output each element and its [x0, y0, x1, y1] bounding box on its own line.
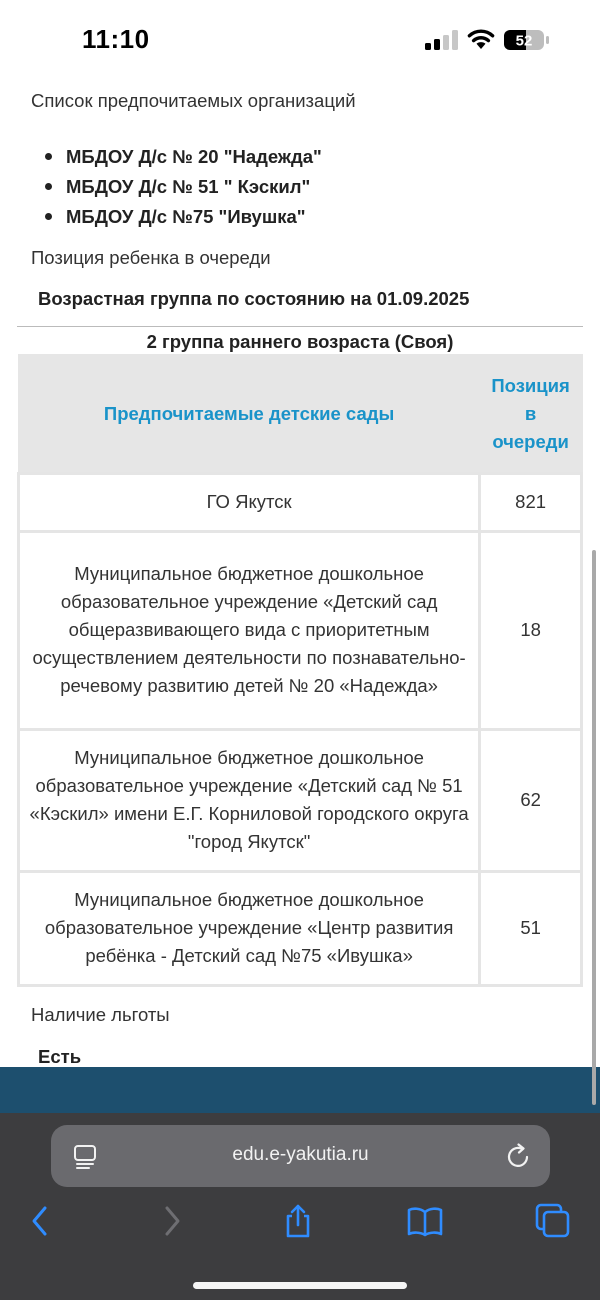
- battery-icon: 52: [504, 30, 549, 50]
- org-name-cell: Муниципальное бюджетное дошкольное образ…: [16, 529, 482, 731]
- page-scrollbar[interactable]: [592, 550, 596, 1105]
- queue-position-cell: 821: [478, 471, 583, 533]
- cellular-signal-icon: [425, 30, 458, 50]
- wifi-icon: [467, 29, 495, 49]
- reload-icon[interactable]: [506, 1143, 532, 1169]
- table-row: Муниципальное бюджетное дошкольное образ…: [16, 727, 583, 873]
- header-queue-position: Позиция в очереди: [478, 354, 583, 474]
- preferred-orgs-label: Список предпочитаемых организаций: [31, 90, 356, 111]
- preferred-orgs-list: МБДОУ Д/с № 20 "Надежда" МБДОУ Д/с № 51 …: [45, 144, 322, 234]
- queue-position-cell: 51: [478, 869, 583, 987]
- table-row: Муниципальное бюджетное дошкольное образ…: [16, 529, 583, 731]
- tabs-icon[interactable]: [535, 1203, 571, 1239]
- queue-position-label: Позиция ребенка в очереди: [31, 247, 271, 268]
- browser-toolbar: edu.e-yakutia.ru: [0, 1113, 600, 1300]
- queue-position-cell: 62: [478, 727, 583, 873]
- queue-position-cell: 18: [478, 529, 583, 731]
- forward-icon[interactable]: [153, 1203, 189, 1239]
- header-pos-line: в: [524, 402, 537, 424]
- battery-level: 52: [516, 33, 533, 50]
- org-name-cell: Муниципальное бюджетное дошкольное образ…: [16, 869, 482, 987]
- table-header-row: Предпочитаемые детские сады Позиция в оч…: [17, 354, 583, 474]
- list-item: МБДОУ Д/с № 20 "Надежда": [45, 144, 322, 174]
- age-group-heading: Возрастная группа по состоянию на 01.09.…: [38, 288, 470, 309]
- url-text[interactable]: edu.e-yakutia.ru: [51, 1144, 550, 1166]
- list-item: МБДОУ Д/с №75 "Ивушка": [45, 204, 322, 234]
- benefit-value: Есть: [38, 1046, 82, 1067]
- header-pos-line: очереди: [492, 430, 569, 452]
- bookmarks-icon[interactable]: [407, 1203, 443, 1239]
- benefit-label: Наличие льготы: [31, 1004, 170, 1025]
- home-indicator[interactable]: [193, 1282, 407, 1289]
- table-row: ГО Якутск 821: [16, 471, 583, 533]
- table-row: Муниципальное бюджетное дошкольное образ…: [16, 869, 583, 987]
- org-name-cell: Муниципальное бюджетное дошкольное образ…: [16, 727, 482, 873]
- list-item: МБДОУ Д/с № 51 " Кэскил": [45, 174, 322, 204]
- queue-table: Предпочитаемые детские сады Позиция в оч…: [16, 354, 583, 987]
- header-preferred-kindergartens: Предпочитаемые детские сады: [17, 354, 481, 474]
- divider: [17, 326, 583, 327]
- site-footer-banner: [0, 1067, 600, 1113]
- group-title: 2 группа раннего возраста (Своя): [146, 331, 454, 352]
- address-bar[interactable]: edu.e-yakutia.ru: [51, 1125, 550, 1187]
- org-name-cell: ГО Якутск: [16, 471, 482, 533]
- status-time: 11:10: [82, 24, 150, 54]
- back-icon[interactable]: [23, 1203, 59, 1239]
- share-icon[interactable]: [280, 1203, 316, 1239]
- status-bar: 11:10 52: [0, 0, 600, 80]
- header-pos-line: Позиция: [491, 374, 570, 396]
